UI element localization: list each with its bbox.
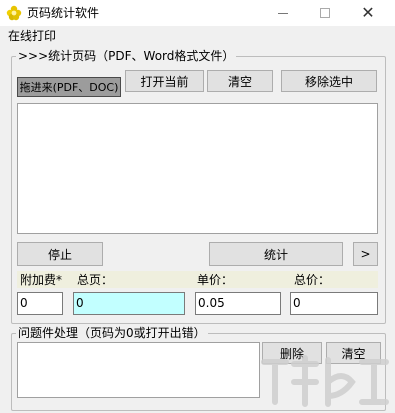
title-bar: 页码统计软件 ✕ <box>0 0 395 26</box>
drop-zone[interactable]: 拖进来(PDF、DOC) <box>17 77 121 97</box>
file-list[interactable] <box>17 103 378 234</box>
remove-selected-button[interactable]: 移除选中 <box>281 70 377 92</box>
close-button[interactable]: ✕ <box>347 0 389 26</box>
total-pages-label: 总页： <box>77 273 114 287</box>
open-current-button[interactable]: 打开当前 <box>125 70 204 92</box>
minimize-icon <box>278 12 288 14</box>
surcharge-field[interactable]: 0 <box>17 292 63 315</box>
more-button[interactable]: > <box>353 242 378 266</box>
unit-price-field[interactable]: 0.05 <box>195 292 281 315</box>
minimize-button[interactable] <box>262 0 304 26</box>
count-button[interactable]: 统计 <box>209 242 343 266</box>
watermark-logo <box>261 355 389 407</box>
problem-group-title: 问题件处理（页码为0或打开出错） <box>16 326 208 340</box>
stop-button[interactable]: 停止 <box>17 242 103 266</box>
clear-list-button[interactable]: 清空 <box>207 70 273 92</box>
maximize-button[interactable] <box>304 0 346 26</box>
total-pages-field[interactable]: 0 <box>73 292 185 315</box>
files-group-title: >>>统计页码（PDF、Word格式文件） <box>16 49 237 63</box>
main-window: 页码统计软件 ✕ 在线打印 >>>统计页码（PDF、Word格式文件） 拖进来(… <box>0 0 395 413</box>
close-icon: ✕ <box>361 3 375 22</box>
problem-list[interactable] <box>17 342 260 398</box>
surcharge-label: 附加费* <box>20 273 63 287</box>
maximize-icon <box>320 8 330 18</box>
menu-online-print[interactable]: 在线打印 <box>8 28 56 44</box>
total-price-label: 总价： <box>294 273 331 287</box>
window-title: 页码统计软件 <box>27 6 100 20</box>
app-icon <box>6 5 22 21</box>
total-price-field[interactable]: 0 <box>290 292 378 315</box>
unit-price-label: 单价： <box>197 273 234 287</box>
menu-bar: 在线打印 <box>0 26 395 46</box>
